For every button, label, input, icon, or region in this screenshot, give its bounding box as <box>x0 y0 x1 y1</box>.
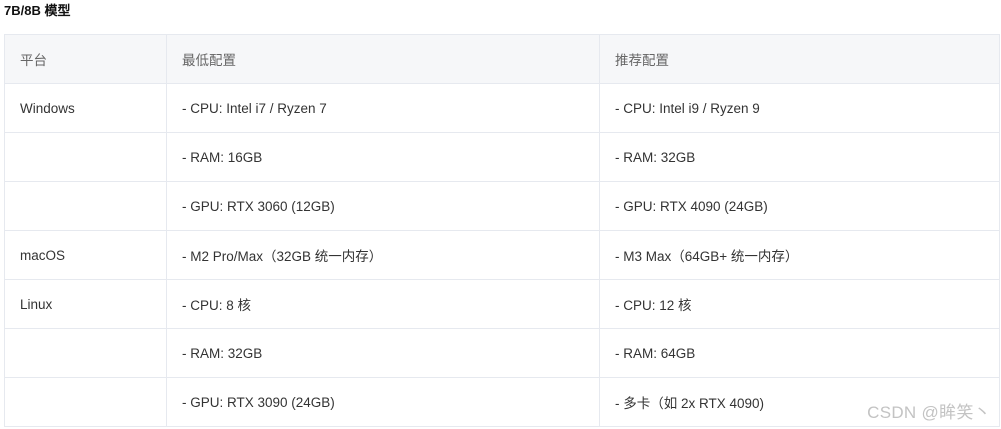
table-header-row: 平台 最低配置 推荐配置 <box>4 34 1000 84</box>
table-row: Windows - CPU: Intel i7 / Ryzen 7 - CPU:… <box>4 83 1000 133</box>
cell-recommended: - RAM: 64GB <box>599 328 1000 378</box>
cell-minimum: - RAM: 32GB <box>166 328 600 378</box>
cell-recommended: - M3 Max（64GB+ 统一内存） <box>599 230 1000 280</box>
table-row: - RAM: 32GB - RAM: 64GB <box>4 328 1000 378</box>
table-row: - RAM: 16GB - RAM: 32GB <box>4 132 1000 182</box>
cell-recommended: - CPU: Intel i9 / Ryzen 9 <box>599 83 1000 133</box>
cell-recommended: - GPU: RTX 4090 (24GB) <box>599 181 1000 231</box>
cell-platform: macOS <box>4 230 167 280</box>
cell-platform: Linux <box>4 279 167 329</box>
config-table: 平台 最低配置 推荐配置 Windows - CPU: Intel i7 / R… <box>4 34 1000 427</box>
cell-platform <box>4 328 167 378</box>
table-row: - GPU: RTX 3090 (24GB) - 多卡（如 2x RTX 409… <box>4 377 1000 427</box>
cell-minimum: - GPU: RTX 3090 (24GB) <box>166 377 600 427</box>
cell-minimum: - GPU: RTX 3060 (12GB) <box>166 181 600 231</box>
cell-platform <box>4 132 167 182</box>
cell-recommended: - RAM: 32GB <box>599 132 1000 182</box>
table-row: Linux - CPU: 8 核 - CPU: 12 核 <box>4 279 1000 329</box>
cell-recommended: - CPU: 12 核 <box>599 279 1000 329</box>
header-recommended-config: 推荐配置 <box>599 34 1000 84</box>
cell-platform <box>4 377 167 427</box>
cell-platform <box>4 181 167 231</box>
cell-minimum: - M2 Pro/Max（32GB 统一内存） <box>166 230 600 280</box>
watermark: CSDN @眸笑丶 <box>867 403 991 422</box>
cell-minimum: - CPU: Intel i7 / Ryzen 7 <box>166 83 600 133</box>
section-heading: 7B/8B 模型 <box>4 3 71 18</box>
table-row: macOS - M2 Pro/Max（32GB 统一内存） - M3 Max（6… <box>4 230 1000 280</box>
cell-minimum: - CPU: 8 核 <box>166 279 600 329</box>
table-row: - GPU: RTX 3060 (12GB) - GPU: RTX 4090 (… <box>4 181 1000 231</box>
cell-platform: Windows <box>4 83 167 133</box>
cell-minimum: - RAM: 16GB <box>166 132 600 182</box>
header-minimum-config: 最低配置 <box>166 34 600 84</box>
header-platform: 平台 <box>4 34 167 84</box>
